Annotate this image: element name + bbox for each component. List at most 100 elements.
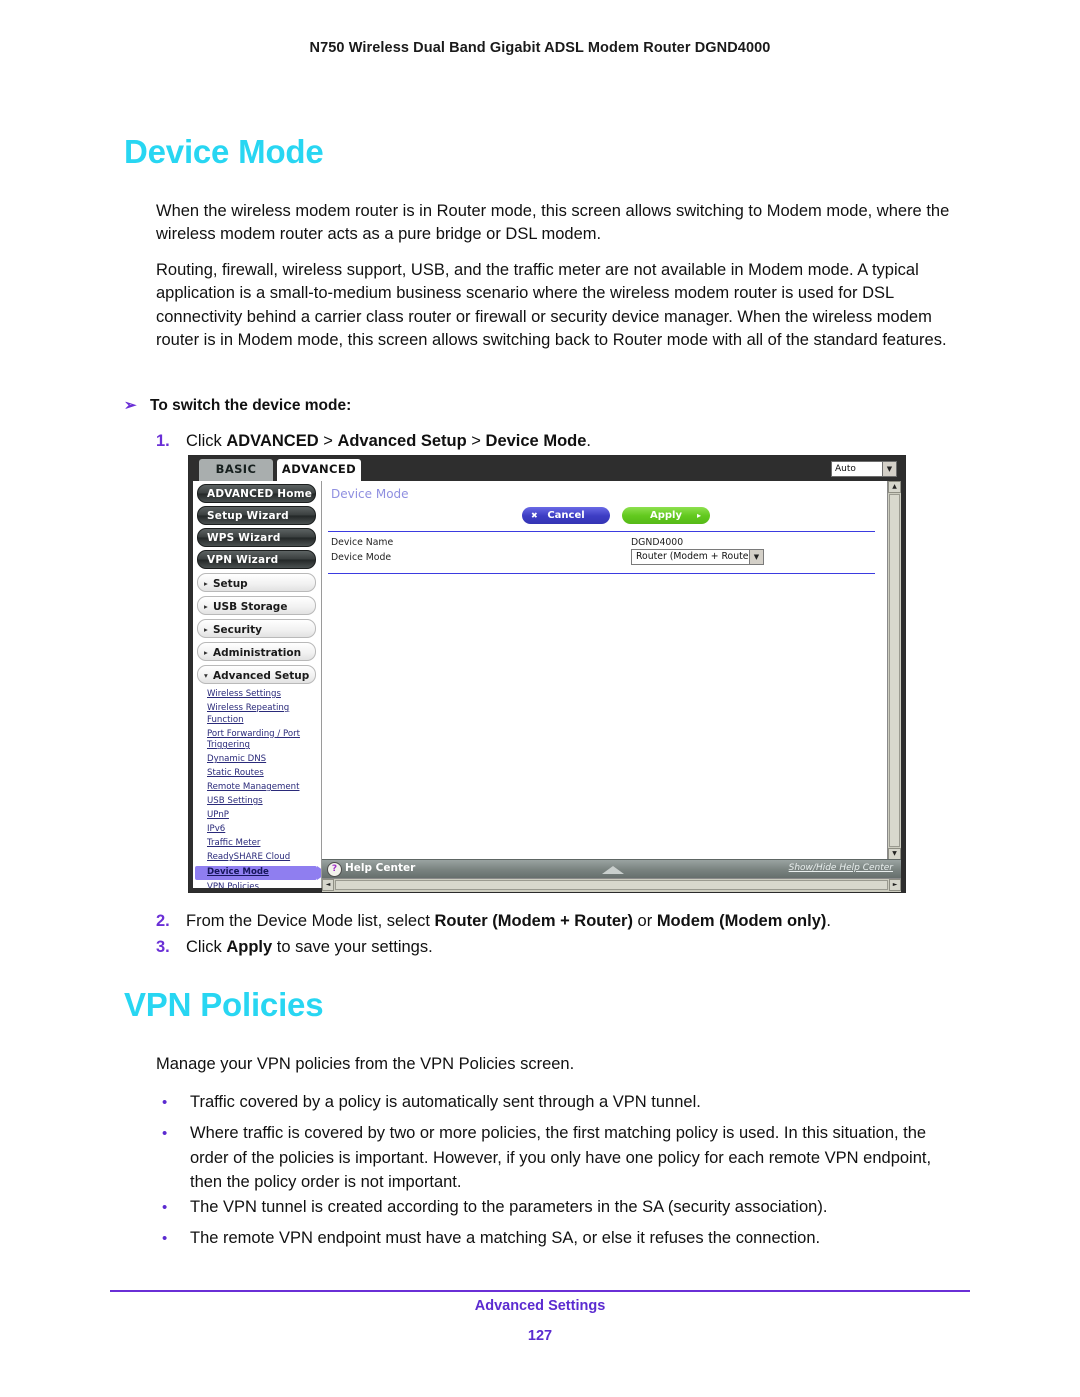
help-center-bar[interactable]: ? Help Center Show/Hide Help Center <box>322 859 901 878</box>
sidebar-section-label: Setup <box>213 578 248 590</box>
chevron-down-icon: ▼ <box>882 462 896 476</box>
scroll-up-icon[interactable]: ▲ <box>888 481 901 493</box>
running-header: N750 Wireless Dual Band Gigabit ADSL Mod… <box>309 40 771 56</box>
procedure-step: 1. Click ADVANCED > Advanced Setup > Devi… <box>156 430 956 453</box>
sidebar-item-advanced-home[interactable]: ADVANCED Home <box>197 484 316 503</box>
step-number: 3. <box>156 938 170 956</box>
body-paragraph: When the wireless modem router is in Rou… <box>156 202 950 244</box>
cancel-button-label: Cancel <box>547 510 585 521</box>
tab-basic[interactable]: BASIC <box>199 459 273 481</box>
show-hide-help-center-link[interactable]: Show/Hide Help Center <box>789 863 893 873</box>
content-title: Device Mode <box>331 487 409 501</box>
list-item: • Where traffic is covered by two or more… <box>156 1121 956 1195</box>
list-item: • The VPN tunnel is created according to … <box>156 1195 956 1220</box>
cancel-button[interactable]: ✖ Cancel <box>522 507 610 524</box>
field-row-device-name: Device Name DGND4000 <box>331 537 875 548</box>
chevron-right-icon: ▸ <box>204 579 208 588</box>
sidebar-section-label: Advanced Setup <box>213 670 310 682</box>
chevron-right-icon: ▸ <box>204 648 208 657</box>
chevron-down-icon: ▼ <box>749 550 763 564</box>
body-paragraph: Routing, firewall, wireless support, USB… <box>156 261 947 350</box>
chevron-up-icon[interactable] <box>601 866 624 874</box>
sidebar-item-wps-wizard[interactable]: WPS Wizard <box>197 528 316 547</box>
router-admin-screenshot: BASIC ADVANCED Auto ▼ ADVANCED Home Setu… <box>188 455 906 893</box>
list-item-text: The VPN tunnel is created according to t… <box>190 1198 828 1216</box>
sidebar-sublink-dynamic-dns[interactable]: Dynamic DNS <box>207 754 317 766</box>
help-center-label: Help Center <box>345 862 416 874</box>
sidebar-sublink-traffic-meter[interactable]: Traffic Meter <box>207 838 317 850</box>
sidebar-section-label: USB Storage <box>213 601 288 613</box>
sidebar-sublink-usb-settings[interactable]: USB Settings <box>207 796 317 808</box>
sidebar-sublink-wireless-repeating-function[interactable]: Wireless Repeating Function <box>207 703 317 726</box>
device-mode-select[interactable]: Router (Modem + Router) ▼ <box>631 549 764 565</box>
list-item-text: The remote VPN endpoint must have a matc… <box>190 1229 821 1247</box>
language-select[interactable]: Auto ▼ <box>831 461 897 477</box>
sidebar-sublink-static-routes[interactable]: Static Routes <box>207 768 317 780</box>
bullet-icon: • <box>162 1230 168 1247</box>
scroll-right-icon[interactable]: ► <box>889 879 901 891</box>
sidebar-section-label: Security <box>213 624 263 636</box>
tab-advanced[interactable]: ADVANCED <box>277 459 361 481</box>
device-mode-select-value: Router (Modem + Router) <box>636 551 756 562</box>
sidebar-item-setup-wizard[interactable]: Setup Wizard <box>197 506 316 525</box>
body-paragraph: Manage your VPN policies from the VPN Po… <box>156 1055 575 1073</box>
sidebar-section-administration[interactable]: ▸ Administration <box>197 642 316 661</box>
field-row-device-mode: Device Mode Router (Modem + Router) ▼ <box>331 549 875 565</box>
sidebar-item-vpn-wizard[interactable]: VPN Wizard <box>197 550 316 569</box>
step-number: 1. <box>156 432 170 450</box>
form-action-row: ✖ Cancel Apply ▸ <box>322 507 901 529</box>
question-mark-icon: ? <box>327 862 342 877</box>
procedure-heading: ➢ To switch the device mode: <box>124 396 944 415</box>
page-title-vpn-policies: VPN Policies <box>124 986 324 1023</box>
sidebar-sublink-wireless-settings[interactable]: Wireless Settings <box>207 689 317 701</box>
bullet-icon: • <box>162 1125 168 1142</box>
divider <box>328 573 875 574</box>
step-text: From the Device Mode list, select Router… <box>186 912 831 930</box>
sidebar-sublink-upnp[interactable]: UPnP <box>207 810 317 822</box>
document-page: N750 Wireless Dual Band Gigabit ADSL Mod… <box>0 0 1080 1397</box>
sidebar-sublink-remote-management[interactable]: Remote Management <box>207 782 317 794</box>
language-select-value: Auto <box>835 464 856 474</box>
scroll-left-icon[interactable]: ◄ <box>322 879 334 891</box>
sidebar-sublink-ipv6[interactable]: IPv6 <box>207 824 317 836</box>
list-item: • The remote VPN endpoint must have a mat… <box>156 1226 956 1251</box>
sidebar-sublink-device-mode[interactable]: Device Mode <box>195 866 321 880</box>
procedure-step: 3. Click Apply to save your settings. <box>156 936 956 959</box>
sidebar-section-usb-storage[interactable]: ▸ USB Storage <box>197 596 316 615</box>
router-content-pane: Device Mode ✖ Cancel Apply ▸ Device Name D… <box>322 481 901 860</box>
bullet-icon: • <box>162 1094 168 1111</box>
close-icon: ✖ <box>531 511 538 520</box>
step-text: Click Apply to save your settings. <box>186 938 433 956</box>
list-item-text: Where traffic is covered by two or more … <box>190 1124 932 1192</box>
horizontal-scrollbar[interactable]: ◄ ► <box>322 878 901 892</box>
chevron-right-icon: ▸ <box>204 602 208 611</box>
procedure-step: 2. From the Device Mode list, select Rout… <box>156 910 956 933</box>
footer-page-number: 127 <box>527 1328 553 1344</box>
sidebar-section-security[interactable]: ▸ Security <box>197 619 316 638</box>
sidebar-sublink-list: Wireless Settings Wireless Repeating Fun… <box>193 689 321 888</box>
router-ui-frame: BASIC ADVANCED Auto ▼ ADVANCED Home Setu… <box>189 456 905 892</box>
sidebar-sublink-readyshare-cloud[interactable]: ReadySHARE Cloud <box>207 852 317 864</box>
apply-button-label: Apply <box>649 510 682 521</box>
sidebar-sublink-vpn-policies[interactable]: VPN Policies <box>207 882 317 888</box>
arrow-bullet-icon: ➢ <box>124 397 137 414</box>
scrollbar-thumb[interactable] <box>335 880 888 890</box>
field-label: Device Mode <box>331 552 392 563</box>
apply-button[interactable]: Apply ▸ <box>622 507 710 524</box>
sidebar-section-label: Administration <box>213 647 302 659</box>
step-number: 2. <box>156 912 170 930</box>
step-text: Click ADVANCED > Advanced Setup > Device… <box>186 432 591 450</box>
content-vertical-scrollbar[interactable]: ▲ ▼ <box>887 481 901 860</box>
list-item: • Traffic covered by a policy is automati… <box>156 1090 956 1115</box>
sidebar-section-setup[interactable]: ▸ Setup <box>197 573 316 592</box>
page-title-device-mode: Device Mode <box>124 133 324 170</box>
bullet-icon: • <box>162 1199 168 1216</box>
play-arrow-icon: ▸ <box>696 511 701 520</box>
sidebar-sublink-port-forwarding-triggering[interactable]: Port Forwarding / Port Triggering <box>207 729 317 752</box>
sidebar-section-advanced-setup[interactable]: ▾ Advanced Setup <box>197 665 316 684</box>
field-label: Device Name <box>331 537 394 548</box>
field-value-device-name: DGND4000 <box>631 537 684 548</box>
scrollbar-thumb[interactable] <box>889 494 900 847</box>
footer-divider <box>110 1290 970 1292</box>
chevron-right-icon: ▸ <box>204 625 208 634</box>
